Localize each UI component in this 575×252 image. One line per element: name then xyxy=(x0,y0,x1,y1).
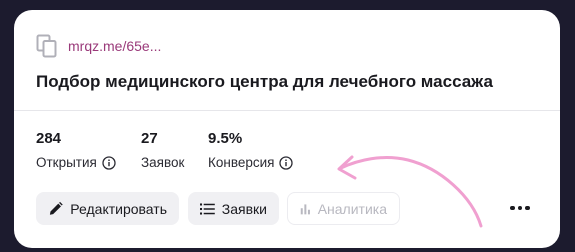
project-card: mrqz.me/65e... Подбор медицинского центр… xyxy=(14,10,560,248)
stat-value: 9.5% xyxy=(208,130,243,147)
analytics-button[interactable]: Аналитика xyxy=(287,192,400,225)
stat-value: 27 xyxy=(141,130,158,147)
leads-button-label: Заявки xyxy=(221,200,267,217)
more-dot xyxy=(525,205,530,211)
stat-label-row: Открытия xyxy=(36,155,116,170)
stat-label: Конверсия xyxy=(208,155,275,170)
leads-button[interactable]: Заявки xyxy=(188,192,279,225)
more-dot xyxy=(517,205,523,211)
info-icon[interactable] xyxy=(102,155,116,170)
stat-leads: 27 Заявок xyxy=(141,130,184,170)
edit-button-label: Редактировать xyxy=(70,200,167,217)
stat-conversion: 9.5% Конверсия xyxy=(208,130,294,170)
copy-icon[interactable] xyxy=(36,34,58,58)
link-row: mrqz.me/65e... xyxy=(36,34,161,58)
bar-chart-icon xyxy=(300,203,310,214)
analytics-button-label: Аналитика xyxy=(317,200,387,217)
card-title: Подбор медицинского центра для лечебного… xyxy=(36,72,493,91)
divider xyxy=(14,110,560,111)
more-options-button[interactable] xyxy=(508,198,532,218)
stat-label-row: Заявок xyxy=(141,155,184,170)
quiz-link[interactable]: mrqz.me/65e... xyxy=(68,38,161,54)
edit-button[interactable]: Редактировать xyxy=(36,192,179,225)
stat-label-row: Конверсия xyxy=(208,155,294,170)
stat-label: Открытия xyxy=(36,155,97,170)
more-dots-icon xyxy=(510,205,515,211)
stat-opens: 284 Открытия xyxy=(36,130,116,170)
stat-label: Заявок xyxy=(141,155,185,170)
stat-value: 284 xyxy=(36,130,62,147)
list-icon xyxy=(200,202,215,215)
pencil-icon xyxy=(49,201,63,215)
info-icon[interactable] xyxy=(279,155,294,170)
